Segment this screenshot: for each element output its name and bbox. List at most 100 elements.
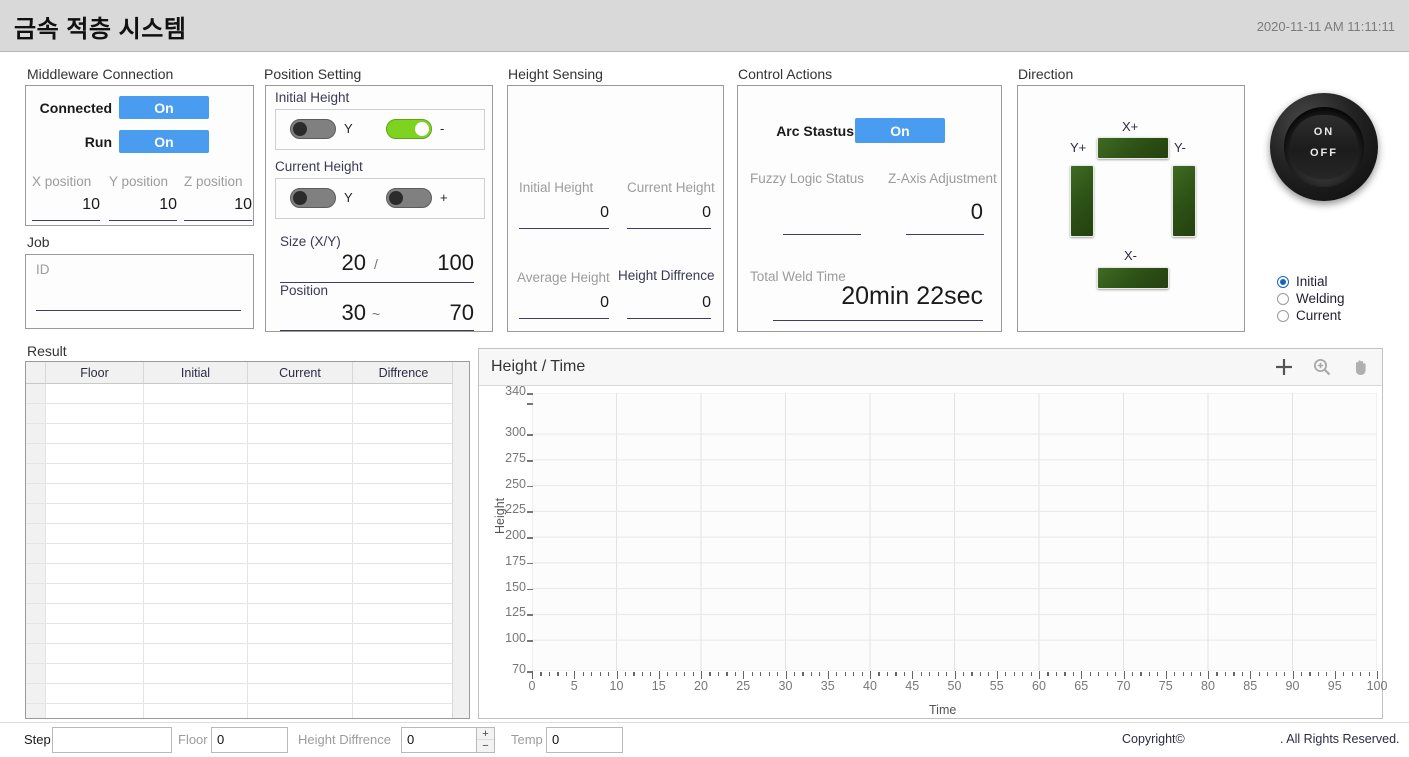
chart-x-tick-mark: [1275, 672, 1277, 676]
table-row[interactable]: [26, 464, 469, 484]
table-row[interactable]: [26, 684, 469, 704]
direction-x-minus-label: X-: [1124, 248, 1137, 263]
temp-label: Temp: [511, 732, 543, 747]
crosshair-icon[interactable]: [1272, 355, 1296, 379]
y-position-underline: [109, 220, 177, 221]
table-cell: [353, 604, 454, 623]
floor-input[interactable]: 0: [211, 727, 288, 753]
zoom-in-icon[interactable]: [1310, 355, 1334, 379]
arc-status-button[interactable]: On: [855, 118, 945, 143]
table-row[interactable]: [26, 664, 469, 684]
current-height-toggle-plus[interactable]: [386, 188, 432, 208]
direction-led-y-plus[interactable]: [1070, 165, 1094, 237]
table-row[interactable]: [26, 524, 469, 544]
result-header-diffrence[interactable]: Diffrence: [353, 362, 454, 383]
size-y-value[interactable]: 100: [394, 250, 474, 276]
table-row[interactable]: [26, 504, 469, 524]
temp-input[interactable]: 0: [546, 727, 623, 753]
table-cell: [144, 464, 248, 483]
table-cell: [248, 444, 353, 463]
initial-height-toggle-y[interactable]: [290, 119, 336, 139]
x-position-value[interactable]: 10: [32, 196, 100, 214]
sensing-current-height-underline: [627, 228, 711, 229]
table-row-gutter: [26, 384, 46, 403]
mode-radio-current[interactable]: Current: [1277, 308, 1341, 323]
run-status-button[interactable]: On: [119, 130, 209, 153]
table-row[interactable]: [26, 444, 469, 464]
direction-led-y-minus[interactable]: [1172, 165, 1196, 237]
mode-radio-current-label: Current: [1296, 308, 1342, 323]
current-height-label: Current Height: [275, 159, 363, 174]
spinner-up-icon[interactable]: +: [477, 728, 494, 740]
direction-led-x-plus[interactable]: [1097, 137, 1169, 159]
table-row[interactable]: [26, 584, 469, 604]
chart-y-tick-label: 150: [505, 579, 526, 594]
job-id-label: ID: [36, 262, 50, 277]
current-height-toggle-y[interactable]: [290, 188, 336, 208]
height-diffrence-spinner[interactable]: + −: [477, 727, 495, 753]
table-row[interactable]: [26, 544, 469, 564]
table-row[interactable]: [26, 564, 469, 584]
table-row-gutter: [26, 484, 46, 503]
chart-x-tick-mark: [768, 672, 770, 676]
position-separator: ~: [372, 306, 381, 322]
table-row[interactable]: [26, 404, 469, 424]
sensing-height-diffrence-underline: [627, 318, 711, 319]
chart-x-tick-label: 30: [778, 679, 793, 693]
mode-radio-initial[interactable]: Initial: [1277, 274, 1328, 289]
chart-x-tick-mark: [726, 672, 728, 676]
chart-x-tick-mark: [709, 672, 711, 676]
table-cell: [353, 524, 454, 543]
result-header-current[interactable]: Current: [248, 362, 353, 383]
chart-plot-area[interactable]: [532, 393, 1377, 671]
pan-hand-icon[interactable]: [1348, 355, 1372, 379]
table-row[interactable]: [26, 424, 469, 444]
position-from-value[interactable]: 30: [306, 300, 366, 326]
table-cell: [144, 504, 248, 523]
connected-status-button[interactable]: On: [119, 96, 209, 119]
table-row[interactable]: [26, 704, 469, 718]
result-header-initial[interactable]: Initial: [144, 362, 248, 383]
result-table: Floor Initial Current Diffrence: [25, 361, 470, 719]
chart-x-tick-label: 5: [570, 679, 578, 693]
step-input[interactable]: [52, 727, 172, 753]
z-position-value[interactable]: 10: [184, 196, 252, 214]
table-row-gutter: [26, 464, 46, 483]
table-row[interactable]: [26, 644, 469, 664]
chart-y-tick-label: 70: [512, 662, 526, 676]
chart-y-tick-mark: [527, 459, 533, 462]
spinner-down-icon[interactable]: −: [477, 740, 494, 752]
table-row[interactable]: [26, 384, 469, 404]
power-rocker-button[interactable]: ON OFF: [1270, 93, 1378, 201]
table-cell: [353, 384, 454, 403]
chart-x-tick-label: 90: [1285, 679, 1300, 693]
result-header-floor[interactable]: Floor: [46, 362, 144, 383]
position-to-value[interactable]: 70: [394, 300, 474, 326]
bottom-height-diffrence-input[interactable]: 0: [401, 727, 477, 753]
table-row[interactable]: [26, 484, 469, 504]
chart-x-tick-label: 60: [1032, 679, 1046, 693]
table-row[interactable]: [26, 604, 469, 624]
chart-x-tick-mark: [929, 672, 931, 676]
table-row[interactable]: [26, 624, 469, 644]
size-x-value[interactable]: 20: [306, 250, 366, 276]
direction-led-x-minus[interactable]: [1097, 267, 1169, 289]
chart-y-tick-mark: [527, 614, 533, 616]
chart-x-tick-mark: [1377, 671, 1379, 679]
initial-height-toggle-minus[interactable]: [386, 119, 432, 139]
table-row-gutter: [26, 604, 46, 623]
table-cell: [144, 684, 248, 703]
chart-x-tick-mark: [1208, 671, 1210, 679]
y-position-value[interactable]: 10: [109, 196, 177, 214]
middleware-group-label: Middleware Connection: [27, 66, 174, 82]
chart-x-tick-mark: [912, 671, 914, 679]
table-cell: [353, 624, 454, 643]
chart-x-tick-mark: [1233, 672, 1235, 676]
bottom-height-diffrence-label: Height Diffrence: [298, 732, 391, 747]
table-cell: [353, 584, 454, 603]
table-cell: [248, 624, 353, 643]
copyright-right: . All Rights Reserved.: [1280, 732, 1400, 746]
sensing-average-height-underline: [519, 318, 609, 319]
result-table-scrollbar[interactable]: [452, 362, 469, 718]
mode-radio-welding[interactable]: Welding: [1277, 291, 1345, 306]
